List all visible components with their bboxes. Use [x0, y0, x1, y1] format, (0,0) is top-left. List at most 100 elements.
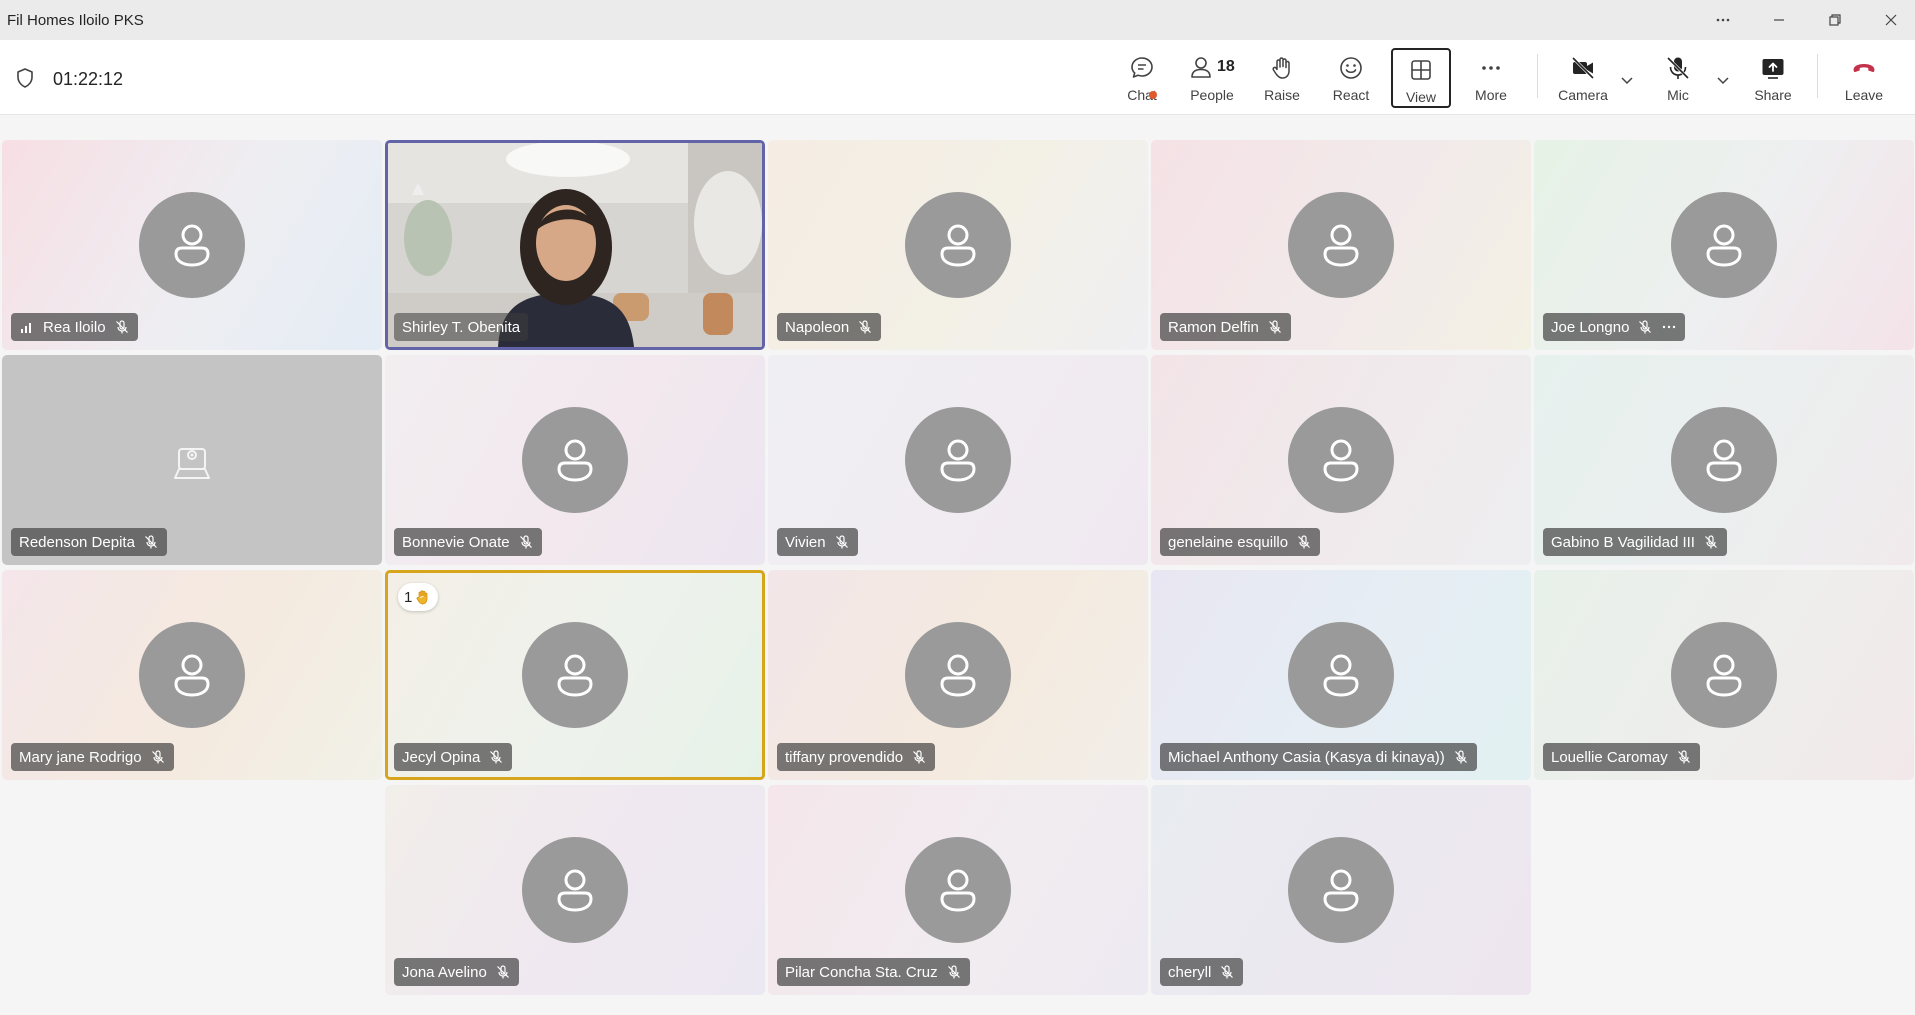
meeting-toolbar: 01:22:12 Chat People 18 Raise React View… [0, 40, 1915, 115]
participant-tile[interactable]: tiffany provendido [768, 570, 1148, 780]
participant-tile[interactable]: Pilar Concha Sta. Cruz [768, 785, 1148, 995]
smiley-icon [1340, 57, 1362, 79]
more-button[interactable]: More [1461, 48, 1521, 108]
participant-tile[interactable]: Jona Avelino [385, 785, 765, 995]
avatar [905, 407, 1011, 513]
minimize-button[interactable] [1751, 0, 1807, 40]
participant-tile[interactable]: Redenson Depita [2, 355, 382, 565]
share-screen-icon [1762, 59, 1784, 79]
more-horizontal-icon [1482, 66, 1500, 70]
mic-muted-icon [947, 965, 960, 979]
more-options-icon[interactable] [1661, 319, 1677, 335]
participant-name: Jecyl Opina [402, 748, 481, 766]
participant-tile[interactable]: cheryll [1151, 785, 1531, 995]
avatar [139, 192, 245, 298]
participant-tile[interactable]: Joe Longno [1534, 140, 1914, 350]
participant-nameplate: Pilar Concha Sta. Cruz [777, 958, 970, 986]
participant-name: Ramon Delfin [1168, 318, 1259, 336]
mic-options-chevron-icon[interactable] [1713, 70, 1733, 90]
participant-name: tiffany provendido [785, 748, 904, 766]
share-label: Share [1754, 87, 1792, 103]
signal-strength-icon [21, 323, 31, 333]
participant-nameplate: Jecyl Opina [394, 743, 513, 771]
participant-nameplate: Vivien [777, 528, 858, 556]
participant-nameplate: Napoleon [777, 313, 882, 341]
participant-nameplate: cheryll [1160, 958, 1244, 986]
participant-name: Mary jane Rodrigo [19, 748, 142, 766]
restore-button[interactable] [1807, 0, 1863, 40]
view-button[interactable]: View [1391, 48, 1451, 108]
avatar [905, 837, 1011, 943]
people-count: 18 [1217, 58, 1235, 75]
person-icon [940, 654, 976, 697]
mic-muted-icon [859, 320, 872, 334]
participant-name: Jona Avelino [402, 963, 487, 981]
participant-nameplate: genelaine esquillo [1160, 528, 1321, 556]
participant-tile-raised-hand[interactable]: 1 Jecyl Opina [385, 570, 765, 780]
person-icon [557, 654, 593, 697]
mic-muted-icon [1677, 750, 1690, 764]
mic-muted-icon [519, 535, 532, 549]
avatar [1288, 407, 1394, 513]
participant-tile[interactable]: Gabino B Vagilidad III [1534, 355, 1914, 565]
avatar [522, 407, 628, 513]
window-more-button[interactable] [1695, 0, 1751, 40]
participant-nameplate: Michael Anthony Casia (Kasya di kinaya)) [1160, 743, 1477, 771]
avatar [905, 192, 1011, 298]
leave-label: Leave [1844, 87, 1884, 103]
mic-button[interactable]: Mic [1648, 48, 1708, 108]
restore-icon [1829, 14, 1841, 26]
participant-name: Redenson Depita [19, 533, 135, 551]
avatar [1671, 407, 1777, 513]
person-icon [174, 654, 210, 697]
raise-hand-button[interactable]: Raise [1252, 48, 1312, 108]
people-button[interactable]: People [1182, 48, 1242, 108]
person-icon [1706, 224, 1742, 267]
raised-hand-badge: 1 [398, 583, 439, 611]
react-button[interactable]: React [1321, 48, 1381, 108]
avatar [522, 622, 628, 728]
participant-tile[interactable]: Louellie Caromay [1534, 570, 1914, 780]
close-button[interactable] [1863, 0, 1915, 40]
close-icon [1885, 14, 1897, 26]
share-button[interactable]: Share [1743, 48, 1803, 108]
participant-tile[interactable]: Napoleon [768, 140, 1148, 350]
leave-button[interactable]: Leave [1834, 48, 1894, 108]
participant-nameplate: Mary jane Rodrigo [11, 743, 174, 771]
person-icon [1706, 654, 1742, 697]
participant-nameplate: Gabino B Vagilidad III [1543, 528, 1727, 556]
camera-button[interactable]: Camera [1553, 48, 1613, 108]
person-icon [940, 224, 976, 267]
participant-tile[interactable]: Bonnevie Onate [385, 355, 765, 565]
participant-nameplate: Rea Iloilo [11, 313, 138, 341]
participant-name: Shirley T. Obenita [402, 318, 521, 336]
person-icon [1323, 439, 1359, 482]
more-horizontal-icon [1716, 18, 1730, 22]
participant-tile[interactable]: Ramon Delfin [1151, 140, 1531, 350]
chat-button[interactable]: Chat [1112, 48, 1172, 108]
participant-tile[interactable]: Rea Iloilo [2, 140, 382, 350]
participant-name: Louellie Caromay [1551, 748, 1668, 766]
mic-muted-icon [144, 535, 157, 549]
participant-name: genelaine esquillo [1168, 533, 1289, 551]
participant-nameplate: Bonnevie Onate [394, 528, 542, 556]
person-icon [1323, 869, 1359, 912]
participant-tile-video[interactable]: Shirley T. Obenita [385, 140, 765, 350]
mic-muted-icon [1639, 320, 1652, 334]
participant-nameplate: tiffany provendido [777, 743, 936, 771]
meeting-timer: 01:22:12 [53, 69, 124, 89]
participant-tile[interactable]: Mary jane Rodrigo [2, 570, 382, 780]
camera-options-chevron-icon[interactable] [1617, 70, 1637, 90]
participant-tile[interactable]: Michael Anthony Casia (Kasya di kinaya)) [1151, 570, 1531, 780]
react-label: React [1332, 87, 1370, 103]
person-icon [557, 439, 593, 482]
raised-hand-icon [416, 590, 428, 605]
mic-muted-icon [835, 535, 848, 549]
participant-nameplate: Joe Longno [1543, 313, 1686, 341]
participant-nameplate: Jona Avelino [394, 958, 519, 986]
participant-tile[interactable]: genelaine esquillo [1151, 355, 1531, 565]
mic-muted-icon [490, 750, 503, 764]
participant-tile[interactable]: Vivien [768, 355, 1148, 565]
participant-name: Joe Longno [1551, 318, 1630, 336]
grid-view-icon [1411, 60, 1431, 80]
